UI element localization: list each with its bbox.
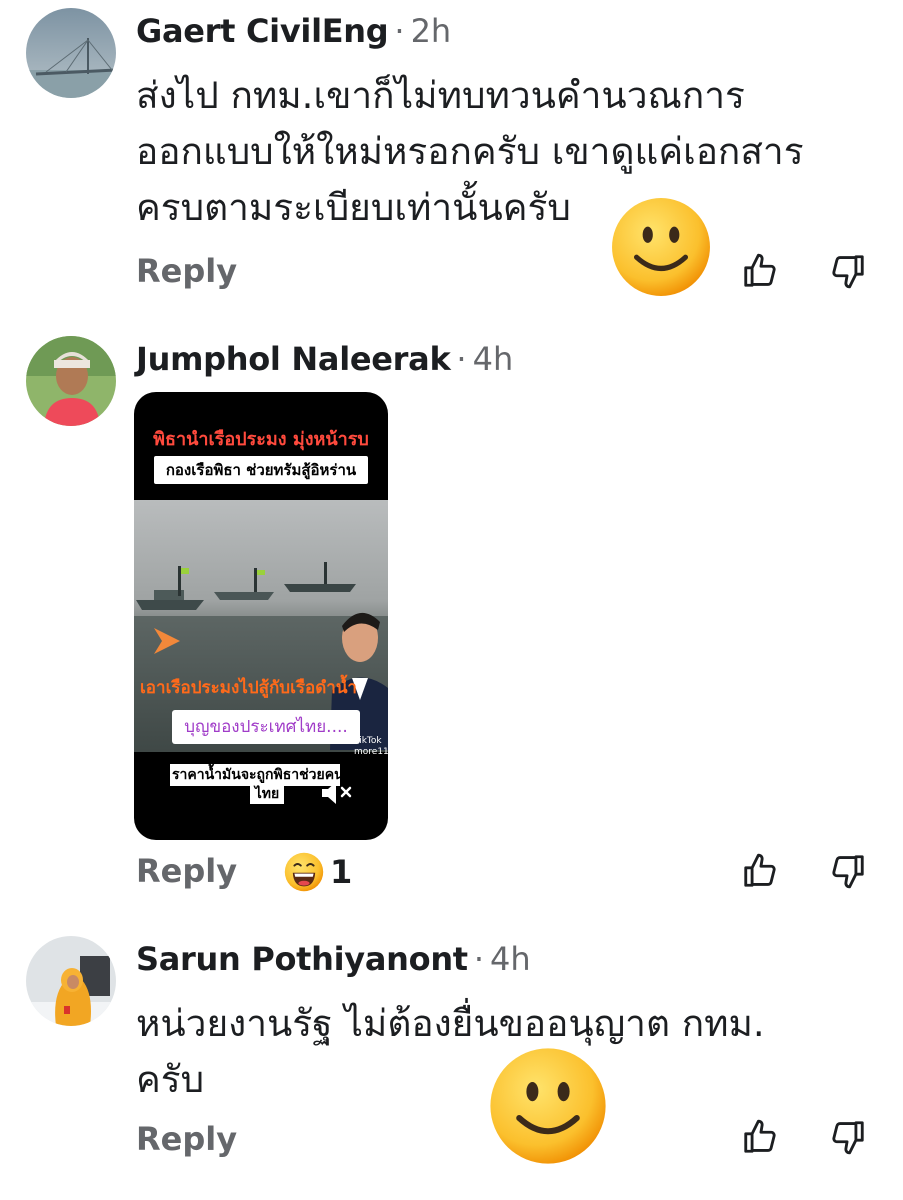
thumbs-up-icon[interactable]: [741, 252, 779, 290]
avatar-sarun[interactable]: [26, 936, 116, 1026]
avatar-gaert[interactable]: [26, 8, 116, 98]
play-arrow-logo: [154, 628, 180, 654]
comment-text: หน่วยงานรัฐ ไม่ต้องยื่นขออนุญาต กทม. ครั…: [136, 996, 765, 1108]
separator-dot: ·: [456, 340, 467, 378]
reaction-summary[interactable]: 1: [284, 852, 352, 892]
avatar-jumphol[interactable]: [26, 336, 116, 426]
comment-text-line: ส่งไป กทม.เขาก็ไม่ทบทวนคำนวณการ: [136, 74, 745, 117]
tiktok-watermark: TikTok more11: [354, 736, 388, 758]
thumbs-up-icon[interactable]: [741, 1118, 779, 1156]
grinning-emoji-icon: [284, 852, 324, 892]
tiktok-label: TikTok: [354, 736, 382, 746]
video-price-text-2: ไทย: [250, 784, 284, 804]
thumbs-down-icon[interactable]: [829, 252, 867, 290]
video-subtitle: กองเรือพิธา ช่วยทรัมสู้อิหร่าน: [154, 456, 368, 484]
avatar-image: [26, 336, 116, 426]
comment-time[interactable]: 4h: [473, 340, 514, 378]
video-price-text: ราคาน้ำมันจะถูกพิธาช่วยคน: [170, 764, 344, 786]
avatar-image: [26, 8, 116, 98]
video-caption: เอาเรือประมงไปสู้กับเรือดำน้ำ: [140, 678, 357, 698]
mute-icon[interactable]: [318, 778, 358, 808]
reply-button[interactable]: Reply: [136, 852, 237, 890]
reply-button[interactable]: Reply: [136, 1120, 237, 1158]
comment-time[interactable]: 4h: [490, 940, 531, 978]
comment-author[interactable]: Sarun Pothiyanont: [136, 940, 468, 978]
video-sticker: บุญของประเทศไทย....: [172, 710, 360, 744]
video-attachment[interactable]: พิธานำเรือประมง มุ่งหน้ารบ กองเรือพิธา ช…: [134, 392, 388, 840]
tiktok-handle: more11: [354, 747, 388, 757]
smiley-emoji-icon: [612, 198, 710, 296]
comment-time[interactable]: 2h: [411, 12, 452, 50]
thumbs-down-icon[interactable]: [829, 852, 867, 890]
comment-text-line: ครับ: [136, 1058, 205, 1101]
separator-dot: ·: [394, 12, 405, 50]
avatar-image: [26, 936, 116, 1026]
comment-text-line: หน่วยงานรัฐ ไม่ต้องยื่นขออนุญาต กทม.: [136, 1002, 765, 1045]
comment-author[interactable]: Gaert CivilEng: [136, 12, 389, 50]
smiley-emoji-icon: [490, 1048, 606, 1164]
separator-dot: ·: [473, 940, 484, 978]
reaction-count: 1: [330, 853, 353, 891]
video-title: พิธานำเรือประมง มุ่งหน้ารบ: [153, 429, 369, 450]
thumbs-down-icon[interactable]: [829, 1118, 867, 1156]
comment-text-line: ออกแบบให้ใหม่หรอกครับ เขาดูแค่เอกสาร: [136, 130, 804, 173]
comment-author[interactable]: Jumphol Naleerak: [136, 340, 451, 378]
reply-button[interactable]: Reply: [136, 252, 237, 290]
thumbs-up-icon[interactable]: [741, 852, 779, 890]
